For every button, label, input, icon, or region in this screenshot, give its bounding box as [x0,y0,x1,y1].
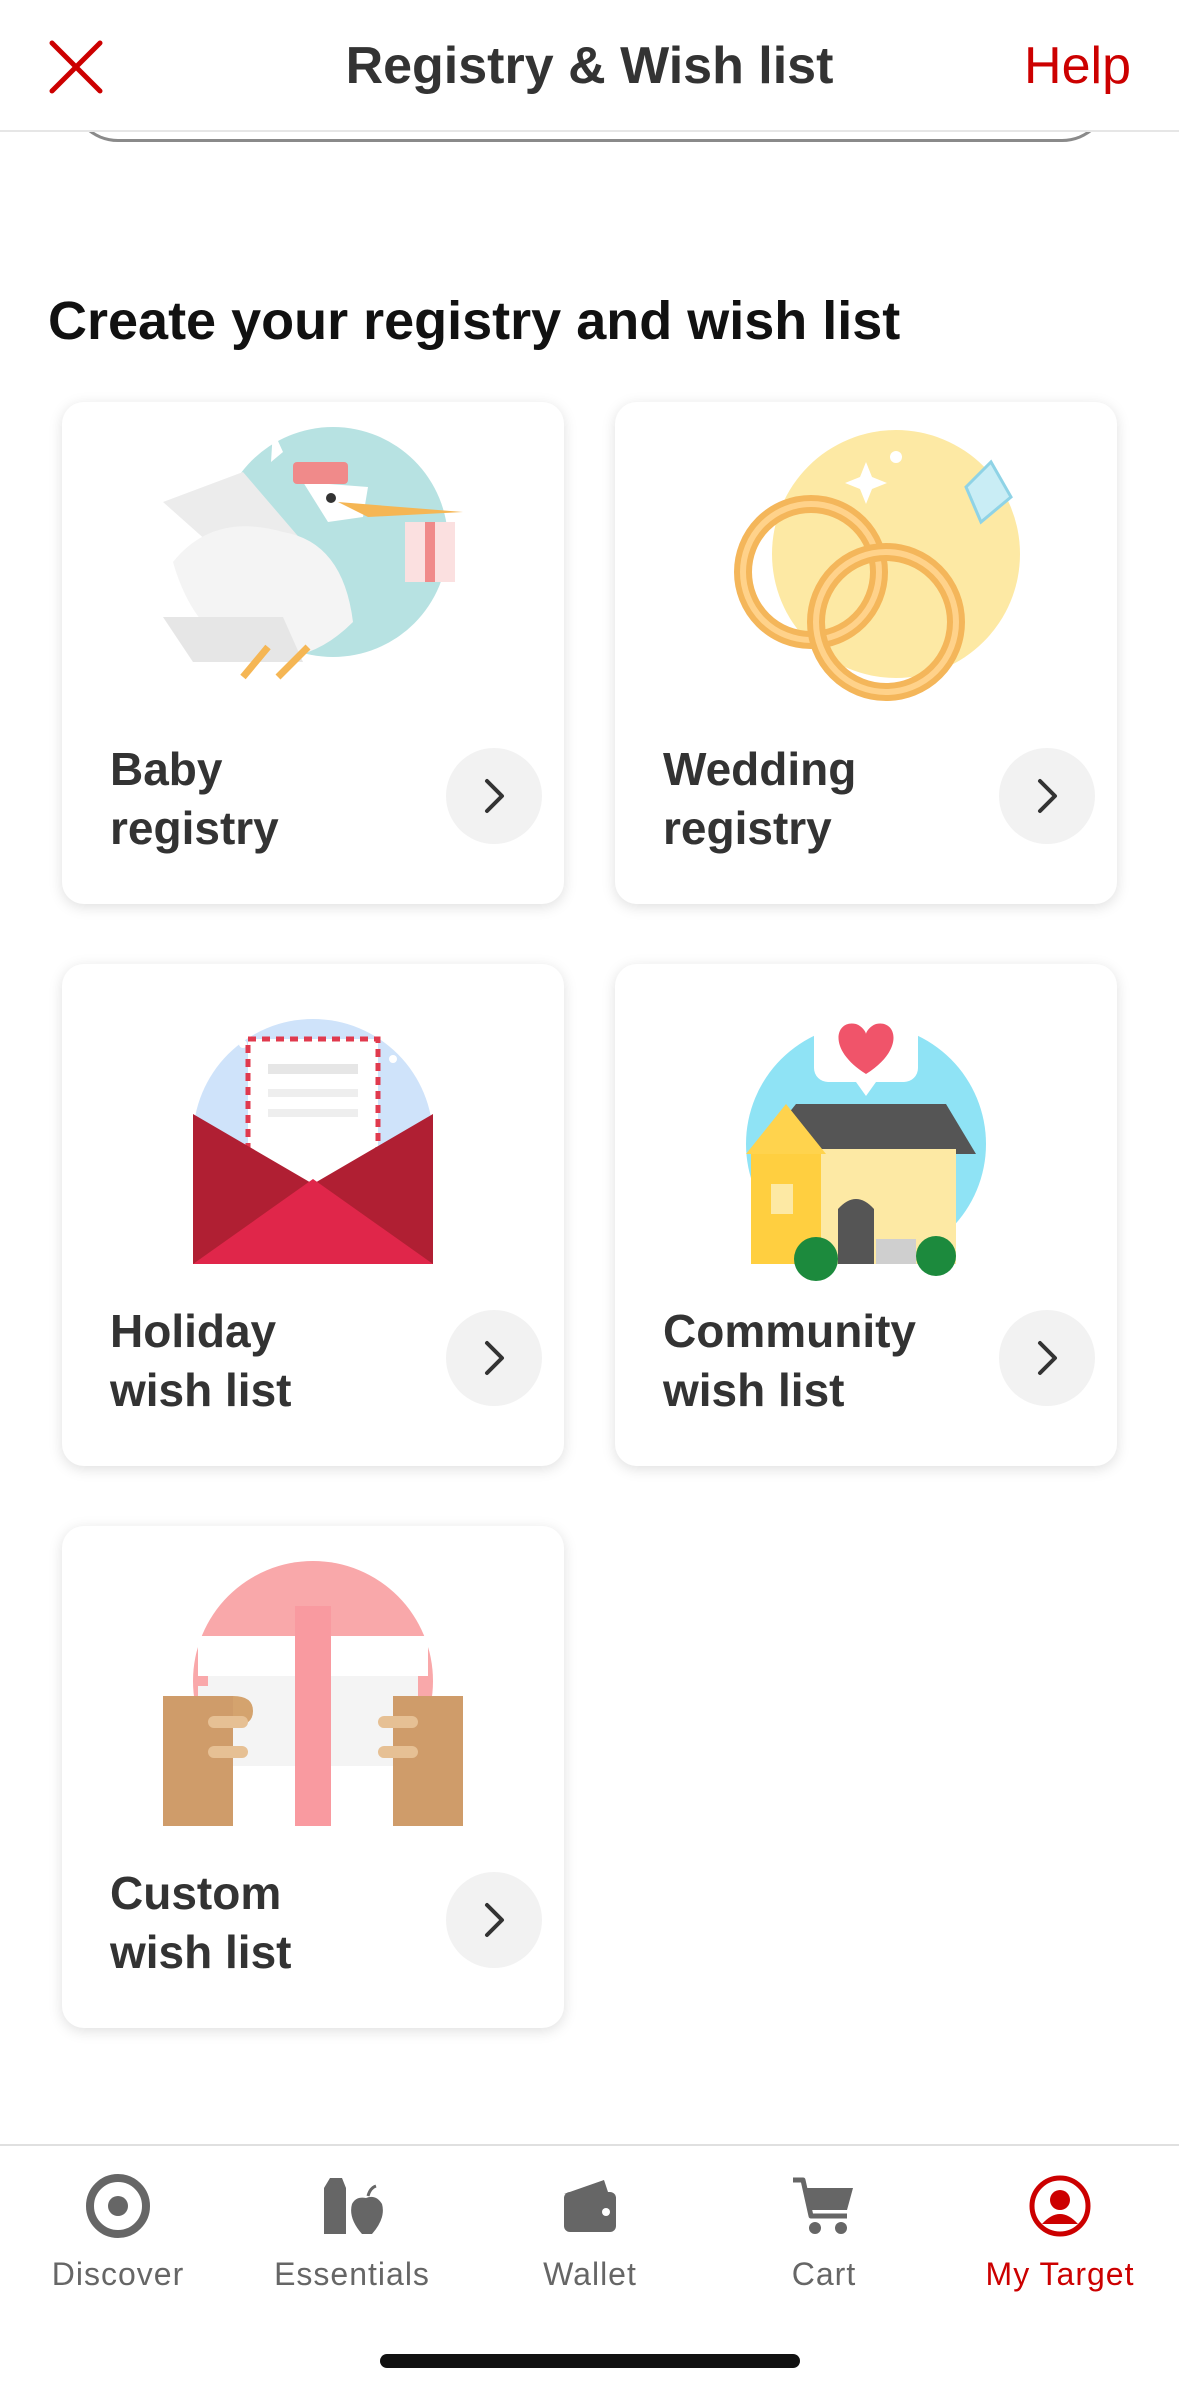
chevron-right-icon [1038,1341,1057,1375]
tab-cart[interactable]: Cart [706,2170,942,2300]
house-illustration [746,1012,986,1281]
account-icon [1024,2170,1096,2242]
community-wish-list-card[interactable]: Community wish list [615,964,1117,1466]
envelope-illustration [193,1019,433,1264]
chevron-button[interactable] [999,748,1095,844]
card-label: Custom wish list [110,1867,292,1978]
card-label: Holiday wish list [110,1305,292,1416]
cart-icon [788,2170,860,2242]
header: Registry & Wish list Help [0,0,1179,132]
tab-wallet[interactable]: Wallet [472,2170,708,2300]
holiday-wish-list-card[interactable]: Holiday wish list [62,964,564,1466]
chevron-right-icon [485,1341,504,1375]
custom-wish-list-card[interactable]: Custom wish list [62,1526,564,2028]
chevron-button[interactable] [999,1310,1095,1406]
tab-my-target[interactable]: My Target [942,2170,1178,2300]
card-label: Community wish list [663,1305,916,1416]
chevron-button[interactable] [446,1310,542,1406]
bullseye-icon [82,2170,154,2242]
card-label: Wedding registry [663,743,857,854]
card-label: Baby registry [110,743,279,854]
baby-registry-card[interactable]: Baby registry [62,402,564,904]
grocery-icon [316,2170,388,2242]
chevron-button[interactable] [446,1872,542,1968]
tab-essentials[interactable]: Essentials [234,2170,470,2300]
chevron-right-icon [1038,779,1057,813]
stork-illustration [163,427,463,680]
rings-illustration [734,430,1020,701]
page-title: Registry & Wish list [345,37,834,95]
gift-illustration [163,1561,473,1846]
bottom-tab-bar: Discover Essentials Wallet Cart My Targe… [0,2144,1179,2396]
tab-discover[interactable]: Discover [0,2170,236,2300]
wedding-registry-card[interactable]: Wedding registry [615,402,1117,904]
chevron-right-icon [485,779,504,813]
section-title: Create your registry and wish list [48,291,901,351]
home-indicator [380,2354,800,2368]
wallet-icon [554,2170,626,2242]
chevron-button[interactable] [446,748,542,844]
help-link[interactable]: Help [1024,36,1131,96]
chevron-right-icon [485,1903,504,1937]
